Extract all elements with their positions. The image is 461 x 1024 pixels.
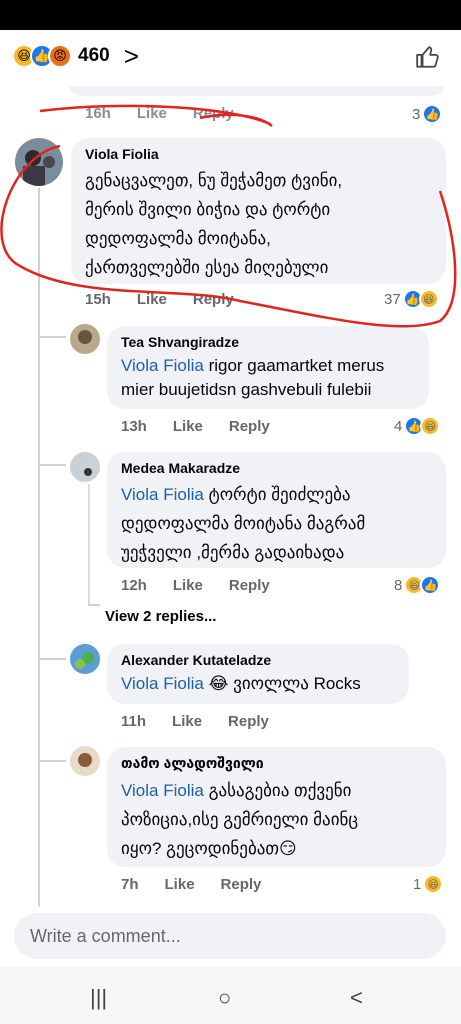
comment-actions: 7h Like Reply <box>121 876 261 893</box>
comment-time: 13h <box>121 418 147 435</box>
reply-link[interactable]: Reply <box>229 418 270 435</box>
comment-author[interactable]: Medea Makaradze <box>121 460 432 476</box>
comment-text: rigor gaamartket merus <box>203 356 385 375</box>
comment-line: mier buujetidsn gashvebuli fulebii <box>121 380 372 399</box>
comment-line: ქართველებში ესეა მიღებული <box>85 258 329 277</box>
comment-actions: 15h Like Reply <box>85 291 234 308</box>
sub-thread-line <box>88 484 90 604</box>
avatar[interactable] <box>70 644 100 674</box>
comment-line: პოზიცია,ისე გემრიელი მაინც <box>121 810 359 829</box>
reaction-count: 4 <box>394 417 403 435</box>
like-link[interactable]: Like <box>173 577 203 594</box>
reply-connector <box>38 464 66 466</box>
avatar[interactable] <box>70 324 100 354</box>
comment-time: 11h <box>121 713 147 730</box>
comment-time: 15h <box>85 291 111 308</box>
reply-link[interactable]: Reply <box>193 105 234 122</box>
comment-line: იყო? გეცოდინებათ😏 <box>121 839 297 858</box>
mention-link[interactable]: Viola Fiolia <box>121 781 204 800</box>
view-replies-link[interactable]: View 2 replies... <box>105 608 216 625</box>
haha-reaction-icon: 😆 <box>418 289 439 309</box>
comment-time: 12h <box>121 577 147 594</box>
reaction-count: 460 <box>78 45 110 66</box>
comment-line: Viola Fiolia rigor gaamartket merus <box>121 354 415 378</box>
comment-line: უეჭველი ,მერმა გადაიხადა <box>121 543 345 562</box>
comment-line: Viola Fiolia ტორტი შეიძლება <box>121 480 432 509</box>
comment-line: მერის შვილი ბიჭია და ტორტი <box>85 200 331 219</box>
like-link[interactable]: Like <box>137 105 167 122</box>
reaction-summary[interactable]: 😆 👍 😡 460 > <box>12 43 139 69</box>
comment-actions: 13h Like Reply <box>121 418 270 435</box>
reply-link[interactable]: Reply <box>228 713 269 730</box>
comment-reactions[interactable]: 1 😆 <box>413 874 444 894</box>
like-link[interactable]: Like <box>137 291 167 308</box>
comment-bubble[interactable]: Tea Shvangiradze Viola Fiolia rigor gaam… <box>107 326 429 409</box>
reply-connector <box>88 604 100 606</box>
comment-reactions[interactable]: 4 👍 😆 <box>394 416 441 436</box>
comment-actions: 11h Like Reply <box>121 713 269 730</box>
comment-time: 7h <box>121 876 139 893</box>
comment-time: 16h <box>85 105 111 122</box>
back-button[interactable]: < <box>350 985 363 1011</box>
system-nav-bar: ||| ○ < <box>0 967 461 1024</box>
reaction-count: 3 <box>412 105 421 123</box>
home-button[interactable]: ○ <box>218 985 231 1011</box>
haha-reaction-icon: 😆 <box>420 416 441 436</box>
comment-line: დედოფალმა მოიტანა, <box>85 229 271 248</box>
comment-author[interactable]: Alexander Kutateladze <box>121 652 395 668</box>
comment-bubble[interactable]: თამო ალადოშვილი Viola Fiolia გასაგებია თ… <box>107 747 446 867</box>
comment-author[interactable]: Tea Shvangiradze <box>121 334 415 350</box>
reactions-header[interactable]: 😆 👍 😡 460 > <box>0 30 461 86</box>
haha-reaction-icon: 😆 <box>423 874 444 894</box>
comment-bubble[interactable]: Alexander Kutateladze Viola Fiolia 😂 ვიო… <box>107 644 409 704</box>
reply-link[interactable]: Reply <box>229 577 270 594</box>
mention-link[interactable]: Viola Fiolia <box>121 356 204 375</box>
thread-line <box>38 188 40 906</box>
reply-connector <box>38 658 66 660</box>
prev-comment-actions: 16h Like Reply <box>85 105 234 122</box>
chevron-right-icon[interactable]: > <box>124 43 139 69</box>
like-reaction-icon: 👍 <box>420 575 441 595</box>
like-thumb-icon[interactable] <box>415 44 441 75</box>
mention-link[interactable]: Viola Fiolia <box>121 485 204 504</box>
recent-apps-button[interactable]: ||| <box>90 985 107 1011</box>
like-link[interactable]: Like <box>172 713 202 730</box>
comment-line: დედოფალმა მოიტანა მაგრამ <box>121 514 366 533</box>
comment-author[interactable]: Viola Fiolia <box>85 146 432 162</box>
prev-comment-bubble <box>68 86 446 96</box>
reply-connector <box>38 760 66 762</box>
comment-bubble[interactable]: Viola Fiolia გენაცვალეთ, ნუ შეჭამეთ ტვინ… <box>71 138 446 284</box>
comment-reactions[interactable]: 8 😆 👍 <box>394 575 441 595</box>
avatar[interactable] <box>15 138 63 186</box>
comment-input[interactable]: Write a comment... <box>14 913 446 959</box>
angry-reaction-icon: 😡 <box>48 44 72 68</box>
comment-line: გენაცვალეთ, ნუ შეჭამეთ ტვინი, <box>85 171 343 190</box>
comment-line: Viola Fiolia 😂 ვიოლლა Rocks <box>121 672 395 696</box>
comment-actions: 12h Like Reply <box>121 577 270 594</box>
avatar[interactable] <box>70 452 100 482</box>
comment-text: 😂 ვიოლლა Rocks <box>203 674 361 693</box>
status-bar <box>0 0 461 30</box>
comment-line: Viola Fiolia გასაგებია თქვენი <box>121 776 432 805</box>
reaction-count: 8 <box>394 576 403 594</box>
reply-connector <box>38 336 66 338</box>
like-link[interactable]: Like <box>173 418 203 435</box>
prev-comment-reactions[interactable]: 3 👍 <box>412 104 443 124</box>
comment-text: გასაგებია თქვენი <box>203 781 352 800</box>
reaction-count: 1 <box>413 875 422 893</box>
comment-bubble[interactable]: Medea Makaradze Viola Fiolia ტორტი შეიძლ… <box>107 452 446 568</box>
reply-link[interactable]: Reply <box>193 291 234 308</box>
comment-reactions[interactable]: 37 👍 😆 <box>384 289 439 309</box>
comment-text: ტორტი შეიძლება <box>203 485 351 504</box>
like-link[interactable]: Like <box>165 876 195 893</box>
mention-link[interactable]: Viola Fiolia <box>121 674 204 693</box>
reaction-count: 37 <box>384 290 401 308</box>
comments-feed[interactable]: 16h Like Reply 3 👍 Viola Fiolia გენაცვალ… <box>0 86 461 906</box>
comment-author[interactable]: თამო ალადოშვილი <box>121 755 432 772</box>
like-reaction-icon: 👍 <box>422 104 443 124</box>
avatar[interactable] <box>70 746 100 776</box>
reply-link[interactable]: Reply <box>221 876 262 893</box>
